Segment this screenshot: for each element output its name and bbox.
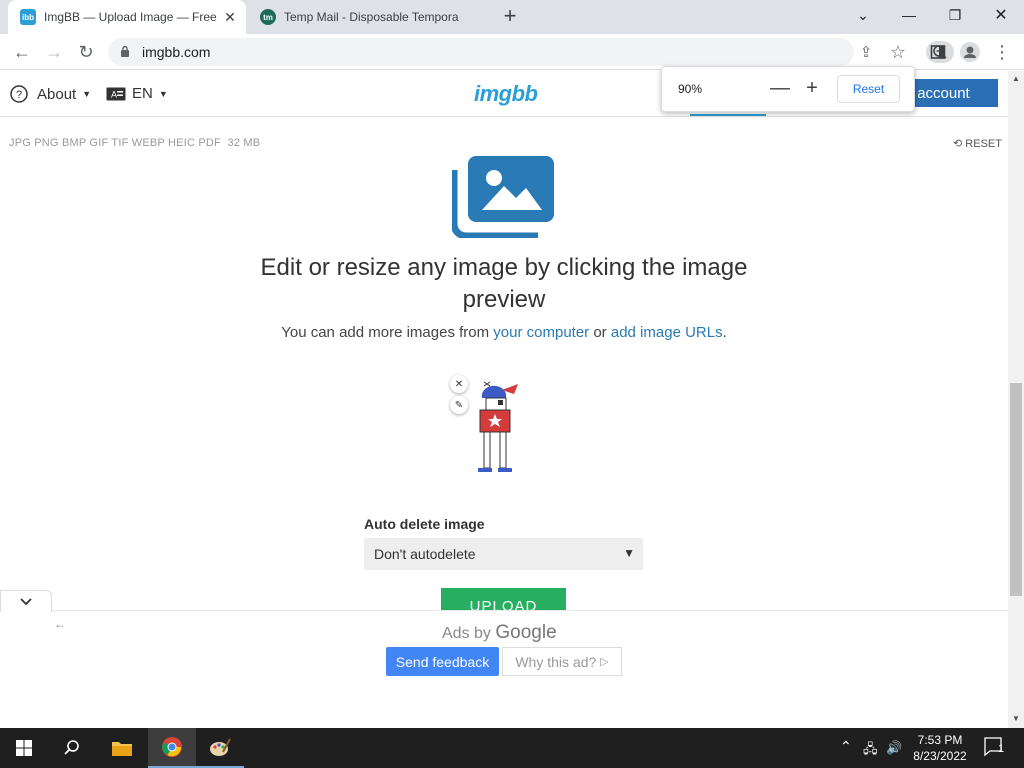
network-icon[interactable]: 🖧 (863, 740, 878, 762)
svg-text:?: ? (16, 89, 22, 101)
address-bar[interactable]: imgbb.com (108, 38, 954, 66)
zoom-reset-button[interactable]: Reset (837, 75, 900, 103)
tab-search-chevron-icon[interactable]: ⌄ (840, 0, 886, 30)
browser-toolbar: ← → ↻ imgbb.com ⇪ ☆ ⋮ (0, 34, 1024, 70)
language-menu[interactable]: A EN ▼ (106, 85, 168, 102)
reload-icon[interactable]: ↻ (72, 38, 100, 66)
new-tab-button[interactable]: + (498, 5, 522, 29)
notifications-icon[interactable]: 1 (984, 737, 1006, 760)
scrollbar-thumb[interactable] (1010, 383, 1022, 596)
svg-text:A: A (111, 89, 117, 99)
your-computer-link[interactable]: your computer (493, 324, 589, 341)
chrome-taskbar-icon[interactable] (148, 728, 196, 768)
search-icon[interactable] (48, 728, 96, 768)
share-icon[interactable]: ⇪ (852, 38, 880, 66)
about-label: About (37, 85, 77, 103)
ads-by-google: Ads by Google (442, 622, 557, 643)
reset-link[interactable]: ⟲ RESET (953, 137, 1002, 150)
play-triangle-icon: ▷ (600, 656, 609, 668)
windows-start-icon[interactable] (0, 728, 48, 768)
temp-mail-favicon-icon: tm (260, 9, 276, 25)
lock-icon (121, 45, 129, 57)
images-upload-icon (452, 156, 554, 238)
scroll-down-arrow-icon[interactable]: ▼ (1010, 714, 1022, 723)
add-image-urls-link[interactable]: add image URLs (611, 324, 723, 341)
tab-imgbb[interactable]: ibb ImgBB — Upload Image — Free I ✕ (8, 0, 246, 34)
auto-delete-select[interactable]: Don't autodelete ▼ (364, 538, 643, 570)
active-underline (690, 114, 766, 116)
side-panel-icon[interactable] (924, 38, 952, 66)
supported-formats: JPG PNG BMP GIF TIF WEBP HEIC PDF 32 MB (9, 137, 261, 149)
send-feedback-button[interactable]: Send feedback (386, 647, 499, 676)
restore-button[interactable]: ❐ (932, 0, 978, 30)
file-explorer-icon[interactable] (98, 728, 146, 768)
taskbar-clock[interactable]: 7:53 PM 8/23/2022 (910, 732, 970, 764)
about-menu[interactable]: ? About ▼ (10, 85, 91, 103)
browser-menu-icon[interactable]: ⋮ (988, 38, 1016, 66)
tray-chevron-up-icon[interactable]: ⌃ (840, 738, 852, 755)
caret-down-icon: ▼ (82, 89, 92, 99)
language-label: EN (132, 85, 153, 102)
paint-app-icon[interactable] (196, 728, 244, 768)
volume-icon[interactable]: 🔊 (886, 740, 902, 756)
edit-image-icon[interactable]: ✎ (450, 396, 468, 414)
image-preview-thumbnail[interactable] (470, 376, 530, 476)
zoom-in-button[interactable]: + (799, 76, 825, 102)
windows-taskbar: ⌃ 🖧 🔊 7:53 PM 8/23/2022 1 (0, 728, 1024, 768)
notification-count: 1 (998, 743, 1005, 755)
tab-title: ImgBB — Upload Image — Free I (44, 10, 220, 24)
minimize-button[interactable]: — (886, 0, 932, 30)
auto-delete-label: Auto delete image (364, 516, 485, 532)
undo-icon: ⟲ (953, 138, 963, 150)
imgbb-logo[interactable]: imgbb (474, 81, 538, 107)
language-icon: A (106, 87, 126, 100)
scroll-up-arrow-icon[interactable]: ▲ (1010, 74, 1022, 83)
create-account-button[interactable]: Create account (905, 79, 998, 107)
forward-arrow-icon[interactable]: → (40, 38, 68, 66)
browser-tab-strip: ibb ImgBB — Upload Image — Free I ✕ tm T… (0, 0, 1024, 34)
help-circle-icon: ? (10, 85, 28, 103)
caret-down-icon: ▼ (158, 88, 168, 99)
zoom-popup: 90% — + Reset (661, 66, 915, 112)
imgbb-favicon-icon: ibb (20, 9, 36, 25)
bookmark-star-icon[interactable]: ☆ (884, 38, 912, 66)
collapse-ad-chevron-icon[interactable] (0, 590, 52, 612)
chevron-down-icon: ▼ (623, 546, 635, 560)
tab-title: Temp Mail - Disposable Tempora (284, 10, 459, 24)
remove-image-icon[interactable]: ✕ (450, 375, 468, 393)
ad-back-arrow-icon[interactable]: ← (54, 617, 66, 631)
upload-button[interactable]: UPLOAD (441, 588, 566, 610)
zoom-out-button[interactable]: — (767, 76, 793, 102)
close-window-button[interactable]: ✕ (978, 0, 1024, 30)
upload-subline: You can add more images from your comput… (281, 324, 727, 341)
tab-temp-mail[interactable]: tm Temp Mail - Disposable Tempora (248, 0, 488, 34)
back-arrow-icon[interactable]: ← (8, 38, 36, 66)
zoom-percent: 90% (678, 82, 703, 96)
close-tab-icon[interactable]: ✕ (220, 9, 240, 26)
profile-avatar-icon[interactable] (956, 38, 984, 66)
upload-headline: Edit or resize any image by clicking the… (260, 254, 748, 313)
url-text: imgbb.com (142, 44, 211, 60)
why-this-ad-button[interactable]: Why this ad? ▷ (502, 647, 622, 676)
